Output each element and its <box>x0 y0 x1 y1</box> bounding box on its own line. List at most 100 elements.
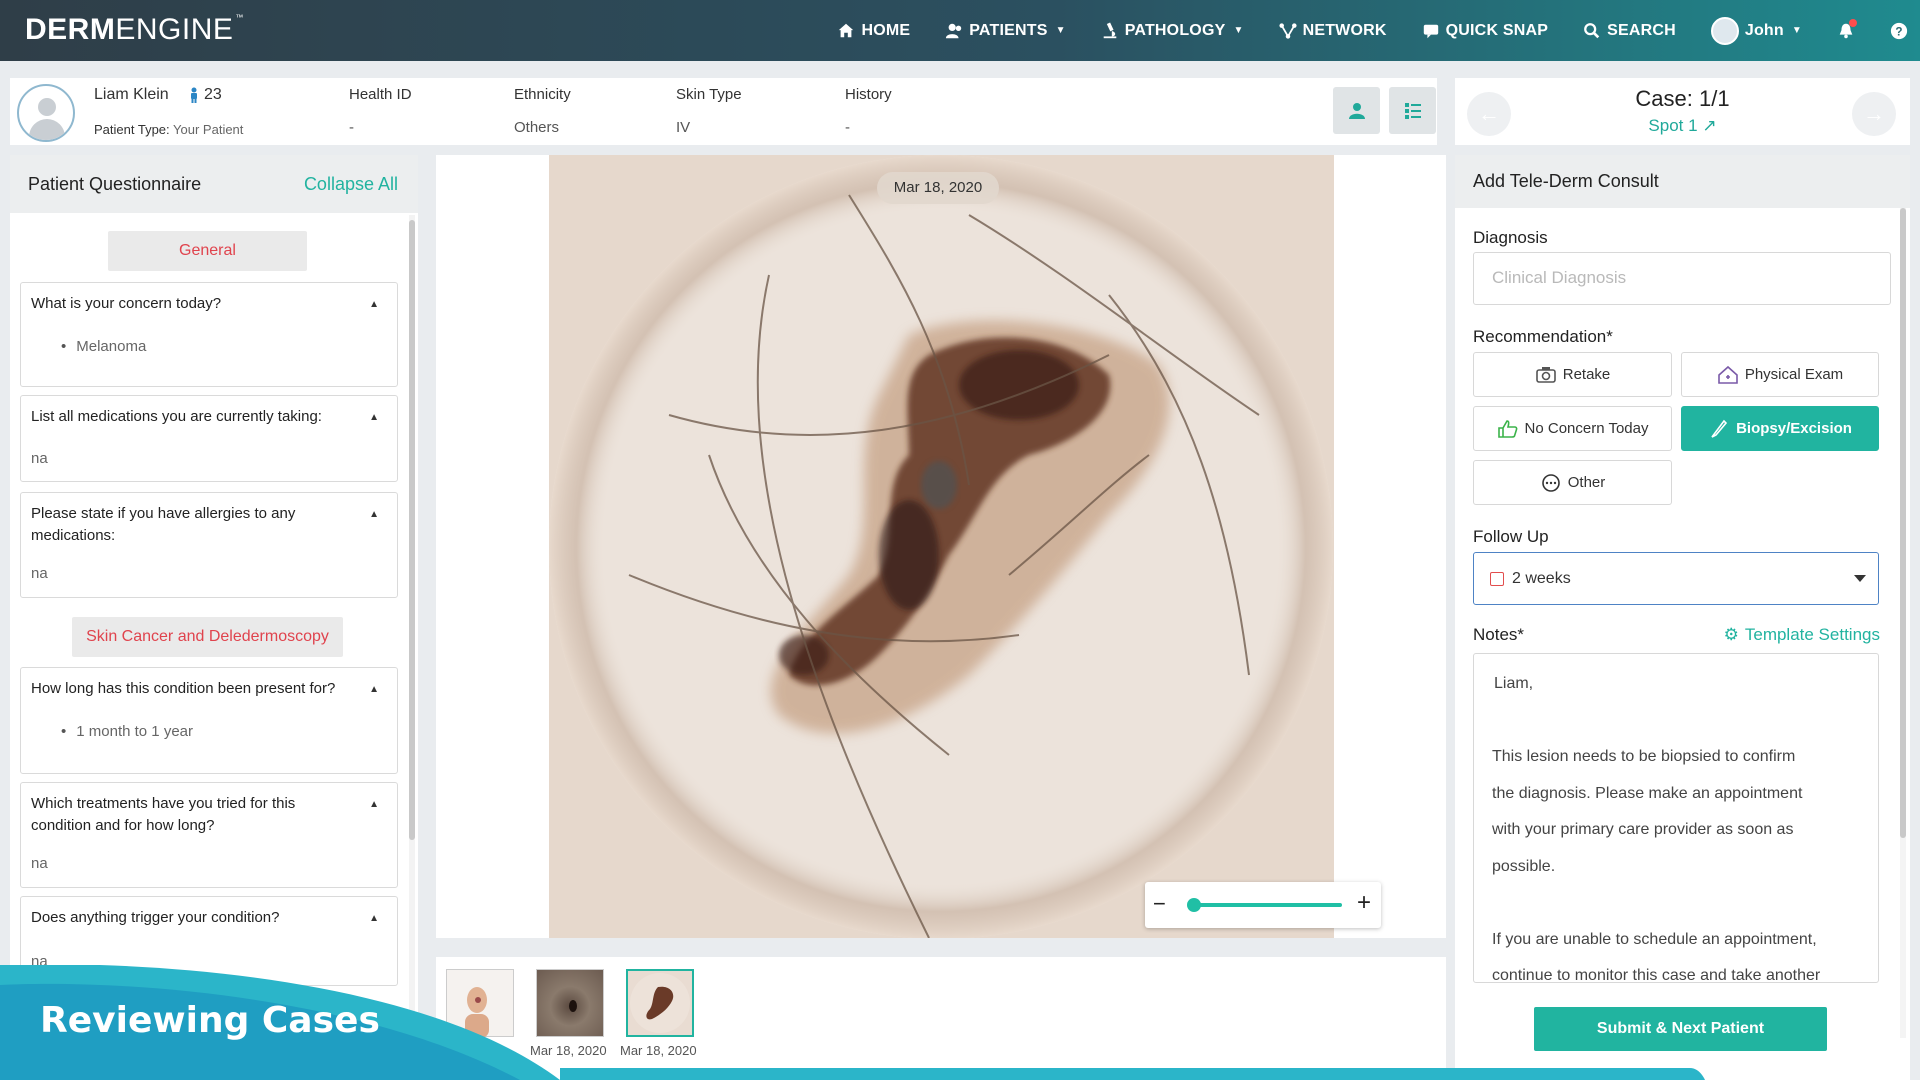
logo-tm: ™ <box>235 13 244 22</box>
field-value: IV <box>676 119 691 136</box>
image-thumbnails: Mar 18, 2020 Mar 18, 2020 <box>436 957 1446 1080</box>
thumbnail-body-map[interactable] <box>446 969 514 1038</box>
collapse-caret-icon[interactable]: ▲ <box>369 509 379 520</box>
thumbnail-clinical[interactable] <box>536 969 604 1037</box>
nav-user-menu[interactable]: John ▼ <box>1710 16 1802 45</box>
logo-text-2: ENGINE <box>115 13 234 46</box>
retake-button[interactable]: Retake <box>1473 352 1672 397</box>
spot-link[interactable]: Spot 1 ↗ <box>1455 116 1910 136</box>
field-label: Ethnicity <box>514 86 571 103</box>
dermoscopy-image[interactable]: Mar 18, 2020 <box>549 155 1334 938</box>
questionnaire-scrollbar[interactable] <box>409 215 415 1075</box>
field-skin-type: Skin Type IV <box>676 86 742 136</box>
question-text: Does anything trigger your condition? <box>31 909 280 926</box>
patient-age-value: 23 <box>204 86 222 103</box>
network-icon <box>1279 22 1297 39</box>
zoom-in-button[interactable]: + <box>1357 889 1371 917</box>
nav-home[interactable]: HOME <box>837 22 910 40</box>
case-list-button[interactable] <box>1389 87 1436 134</box>
lesion-thumb <box>630 973 690 1033</box>
patient-name[interactable]: Liam Klein <box>94 86 169 104</box>
consult-panel: Add Tele-Derm Consult Diagnosis Clinical… <box>1455 155 1910 1080</box>
search-icon <box>1584 22 1600 38</box>
arrow-right-icon: → <box>1863 101 1885 126</box>
case-navigator: ← Case: 1/1 Spot 1 ↗ → <box>1455 78 1910 145</box>
help-button[interactable]: ? <box>1890 22 1908 40</box>
lesion-image <box>549 155 1334 938</box>
thumbs-up-icon <box>1497 419 1517 438</box>
dermengine-logo[interactable]: DERMENGINE ™ <box>25 13 244 47</box>
clinic-icon <box>1718 365 1738 384</box>
field-label: History <box>845 86 892 103</box>
zoom-out-button[interactable]: − <box>1153 891 1166 917</box>
question-card: How long has this condition been present… <box>20 667 398 774</box>
notes-textarea[interactable]: Liam, This lesion needs to be biopsied t… <box>1473 653 1879 983</box>
consult-header: Add Tele-Derm Consult <box>1455 155 1910 208</box>
question-text: Please state if you have allergies to an… <box>31 505 296 544</box>
answer-text: na <box>31 855 48 872</box>
template-settings-label: Template Settings <box>1744 625 1880 644</box>
diagnosis-input[interactable]: Clinical Diagnosis <box>1473 252 1891 305</box>
nav-pathology[interactable]: PATHOLOGY ▼ <box>1101 22 1244 40</box>
section-skin-cancer[interactable]: Skin Cancer and Deledermoscopy <box>72 617 343 657</box>
nav-patients-label: PATIENTS <box>969 21 1048 39</box>
home-icon <box>839 23 854 37</box>
collapse-caret-icon[interactable]: ▲ <box>369 799 379 810</box>
collapse-all-link[interactable]: Collapse All <box>304 174 398 195</box>
physical-exam-button[interactable]: Physical Exam <box>1681 352 1879 397</box>
submit-next-patient-button[interactable]: Submit & Next Patient <box>1534 1007 1827 1051</box>
collapse-caret-icon[interactable]: ▲ <box>369 684 379 695</box>
thumbnail-date: Mar 18, 2020 <box>620 1043 697 1058</box>
nav-network[interactable]: NETWORK <box>1279 22 1387 40</box>
template-settings-link[interactable]: ⚙ Template Settings <box>1724 625 1880 645</box>
zoom-slider-track[interactable] <box>1190 903 1342 907</box>
notes-line <box>1492 885 1860 922</box>
chevron-down-icon: ▼ <box>1233 25 1244 36</box>
question-text: List all medications you are currently t… <box>31 408 322 425</box>
case-title: Case: 1/1 <box>1635 86 1730 111</box>
notification-dot <box>1849 18 1857 27</box>
answer-text: 1 month to 1 year <box>31 723 193 740</box>
notes-line: the diagnosis. Please make an appointmen… <box>1492 784 1803 802</box>
question-text: Which treatments have you tried for this… <box>31 795 296 834</box>
nav-home-label: HOME <box>861 21 911 39</box>
patient-profile-button[interactable] <box>1333 87 1380 134</box>
biopsy-label: Biopsy/Excision <box>1736 420 1852 437</box>
notes-label: Notes* <box>1473 625 1525 644</box>
notes-line <box>1492 703 1860 740</box>
caption-title: Reviewing Cases <box>40 1000 380 1041</box>
no-concern-button[interactable]: No Concern Today <box>1473 406 1672 451</box>
next-case-button[interactable]: → <box>1852 92 1896 136</box>
notes-line: If you are unable to schedule an appoint… <box>1492 930 1817 948</box>
notes-line: with your primary care provider as soon … <box>1492 821 1794 838</box>
nav-quick-snap[interactable]: QUICK SNAP <box>1422 22 1548 40</box>
other-button[interactable]: Other <box>1473 460 1672 505</box>
consult-scrollbar[interactable] <box>1900 208 1906 1038</box>
patient-type: Patient Type: Your Patient <box>94 122 243 137</box>
scalpel-icon <box>1711 419 1728 438</box>
no-concern-label: No Concern Today <box>1524 420 1649 437</box>
question-card: What is your concern today? ▲ Melanoma <box>20 282 398 387</box>
nav-patients[interactable]: PATIENTS ▼ <box>945 21 1066 40</box>
section-general[interactable]: General <box>108 231 307 271</box>
notifications-button[interactable] <box>1837 18 1857 40</box>
collapse-caret-icon[interactable]: ▲ <box>369 299 379 310</box>
patient-type-value: Your Patient <box>173 122 244 137</box>
zoom-slider-handle[interactable] <box>1187 898 1201 912</box>
nav-search[interactable]: SEARCH <box>1583 22 1676 40</box>
collapse-caret-icon[interactable]: ▲ <box>369 412 379 423</box>
gear-icon: ⚙ <box>1723 625 1739 644</box>
questionnaire-panel: Patient Questionnaire Collapse All Gener… <box>10 155 418 1080</box>
biopsy-excision-button[interactable]: Biopsy/Excision <box>1681 406 1879 451</box>
collapse-caret-icon[interactable]: ▲ <box>369 913 379 924</box>
recommendation-label: Recommendation* <box>1473 327 1613 346</box>
chevron-down-icon: ▼ <box>1055 25 1066 36</box>
follow-up-select[interactable]: 2 weeks <box>1473 552 1879 605</box>
list-icon <box>1404 102 1421 119</box>
patient-age: 23 <box>188 86 222 104</box>
patient-avatar[interactable] <box>17 84 75 142</box>
zoom-control: − + <box>1145 882 1381 928</box>
thumbnail-dermoscopy-selected[interactable] <box>626 969 694 1037</box>
answer-text: Melanoma <box>31 338 146 355</box>
male-icon <box>191 87 197 103</box>
